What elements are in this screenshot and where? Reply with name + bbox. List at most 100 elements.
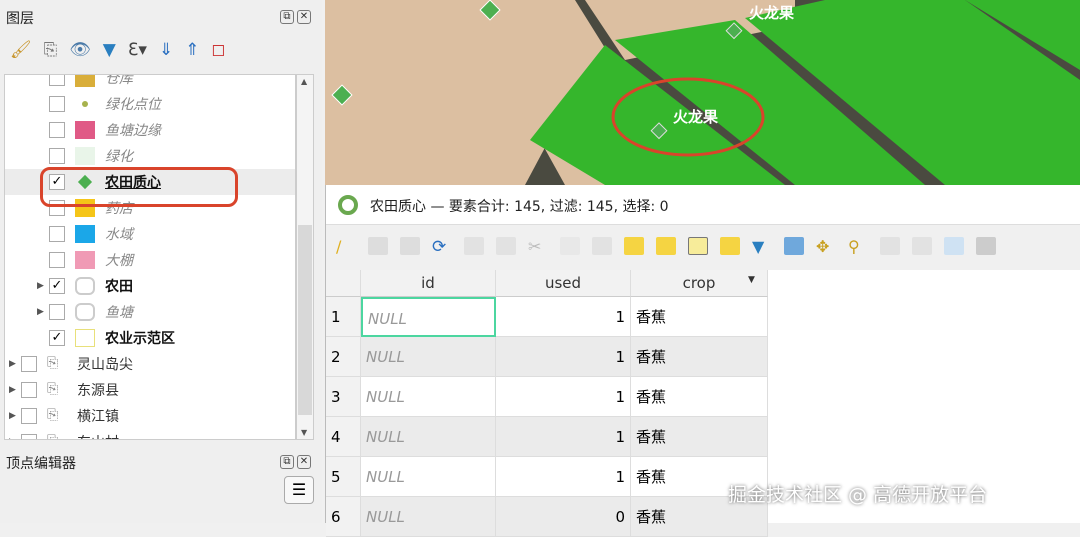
toggle-edit-icon[interactable]: /: [336, 237, 356, 256]
select-by-expression-icon[interactable]: [624, 237, 644, 255]
layer-checkbox[interactable]: [49, 252, 65, 268]
cell-id[interactable]: NULL: [361, 497, 496, 537]
style-brush-icon[interactable]: 🖌: [10, 40, 32, 60]
layer-item[interactable]: 仓库: [49, 75, 133, 91]
expand-arrow-icon[interactable]: ▶: [9, 385, 21, 395]
column-header-used[interactable]: used: [496, 270, 631, 297]
cell-crop[interactable]: 香蕉: [631, 297, 768, 337]
layer-item[interactable]: ▶ ⎘ 横江镇: [9, 403, 119, 429]
collapse-all-icon[interactable]: ⇑: [185, 40, 199, 60]
close-panel-icon[interactable]: ✕: [297, 455, 311, 469]
float-panel-icon[interactable]: ⧉: [280, 10, 294, 24]
map-canvas[interactable]: 火龙果 火龙果: [325, 0, 1080, 185]
layer-checkbox[interactable]: ✓: [49, 330, 65, 346]
cell-used[interactable]: 1: [496, 457, 631, 497]
layer-item[interactable]: ✓ 农业示范区: [49, 325, 175, 351]
expand-arrow-icon[interactable]: ▶: [9, 359, 21, 369]
visibility-eye-icon[interactable]: 👁: [69, 40, 91, 60]
save-edits-icon[interactable]: [400, 237, 420, 255]
expression-filter-icon[interactable]: ℇ▾: [128, 40, 147, 60]
row-number[interactable]: 5: [326, 457, 361, 497]
layer-item[interactable]: 大棚: [49, 247, 133, 273]
cell-used[interactable]: 1: [496, 337, 631, 377]
delete-feature-icon[interactable]: [496, 237, 516, 255]
layer-checkbox[interactable]: [49, 148, 65, 164]
layer-checkbox[interactable]: [49, 304, 65, 320]
zoom-to-selection-icon[interactable]: ⚲: [848, 237, 868, 256]
layer-item[interactable]: 鱼塘边缘: [49, 117, 161, 143]
delete-field-icon[interactable]: [912, 237, 932, 255]
expand-all-icon[interactable]: ⇓: [159, 40, 173, 60]
remove-layer-icon[interactable]: ◻: [211, 40, 225, 60]
cell-crop[interactable]: 香蕉: [631, 417, 768, 457]
row-number[interactable]: 3: [326, 377, 361, 417]
row-number[interactable]: 4: [326, 417, 361, 457]
layer-item[interactable]: 绿化: [49, 143, 133, 169]
layer-checkbox[interactable]: [21, 408, 37, 424]
layer-checkbox[interactable]: [21, 382, 37, 398]
cell-used[interactable]: 0: [496, 497, 631, 537]
conditional-format-icon[interactable]: [976, 237, 996, 255]
row-header-corner: [326, 270, 361, 297]
map-label: 火龙果: [673, 108, 719, 126]
cell-used[interactable]: 1: [496, 297, 631, 337]
row-number[interactable]: 1: [326, 297, 361, 337]
layer-item[interactable]: ▶ ⎘ 东山村: [9, 429, 119, 439]
add-group-icon[interactable]: ⎘: [44, 40, 58, 60]
layer-item[interactable]: 绿化点位: [49, 91, 161, 117]
expand-arrow-icon[interactable]: ▶: [37, 281, 49, 291]
add-feature-icon[interactable]: [464, 237, 484, 255]
layer-checkbox[interactable]: [49, 96, 65, 112]
field-calculator-icon[interactable]: [944, 237, 964, 255]
layer-tree-scrollbar[interactable]: ▲ ▼: [296, 74, 314, 440]
map-svg[interactable]: [325, 0, 1080, 185]
row-number[interactable]: 2: [326, 337, 361, 377]
reload-icon[interactable]: ⟳: [432, 237, 452, 257]
sort-arrow-icon[interactable]: ▼: [748, 275, 755, 285]
new-field-icon[interactable]: [880, 237, 900, 255]
cell-used[interactable]: 1: [496, 377, 631, 417]
layer-group-icon: ⎘: [47, 381, 59, 397]
cell-id[interactable]: NULL: [361, 297, 496, 337]
layer-item[interactable]: ▶ ⎘ 灵山岛尖: [9, 351, 133, 377]
move-selection-top-icon[interactable]: [784, 237, 804, 255]
column-header-id[interactable]: id: [361, 270, 496, 297]
layer-checkbox[interactable]: [49, 75, 65, 86]
filter-icon[interactable]: ▼: [752, 237, 772, 256]
multi-edit-icon[interactable]: [368, 237, 388, 255]
layer-checkbox[interactable]: [21, 356, 37, 372]
cell-id[interactable]: NULL: [361, 417, 496, 457]
expand-arrow-icon[interactable]: ▶: [9, 437, 21, 439]
polygon-symbol-icon: [75, 303, 95, 321]
vertex-menu-button[interactable]: ☰: [284, 476, 314, 504]
paste-icon[interactable]: [592, 237, 612, 255]
layer-item[interactable]: 水域: [49, 221, 133, 247]
cut-icon[interactable]: ✂: [528, 237, 548, 256]
cell-id[interactable]: NULL: [361, 457, 496, 497]
layer-item[interactable]: ▶ ⎘ 东源县: [9, 377, 119, 403]
cell-id[interactable]: NULL: [361, 337, 496, 377]
cell-id[interactable]: NULL: [361, 377, 496, 417]
pan-to-selection-icon[interactable]: ✥: [816, 237, 836, 256]
copy-icon[interactable]: [560, 237, 580, 255]
filter-icon[interactable]: ▼: [103, 40, 116, 60]
layer-label: 鱼塘: [105, 305, 133, 321]
layer-checkbox[interactable]: ✓: [49, 278, 65, 294]
polygon-symbol-icon: [75, 277, 95, 295]
cell-used[interactable]: 1: [496, 417, 631, 457]
select-all-icon[interactable]: [656, 237, 676, 255]
layer-checkbox[interactable]: [49, 122, 65, 138]
cell-crop[interactable]: 香蕉: [631, 337, 768, 377]
layer-checkbox[interactable]: [49, 226, 65, 242]
cell-crop[interactable]: 香蕉: [631, 377, 768, 417]
expand-arrow-icon[interactable]: ▶: [37, 307, 49, 317]
close-panel-icon[interactable]: ✕: [297, 10, 311, 24]
layer-item[interactable]: ▶ ✓ 农田: [37, 273, 133, 299]
row-number[interactable]: 6: [326, 497, 361, 537]
float-panel-icon[interactable]: ⧉: [280, 455, 294, 469]
expand-arrow-icon[interactable]: ▶: [9, 411, 21, 421]
deselect-icon[interactable]: [720, 237, 740, 255]
invert-selection-icon[interactable]: [688, 237, 708, 255]
layer-checkbox[interactable]: [21, 434, 37, 439]
layer-item[interactable]: ▶ 鱼塘: [37, 299, 133, 325]
